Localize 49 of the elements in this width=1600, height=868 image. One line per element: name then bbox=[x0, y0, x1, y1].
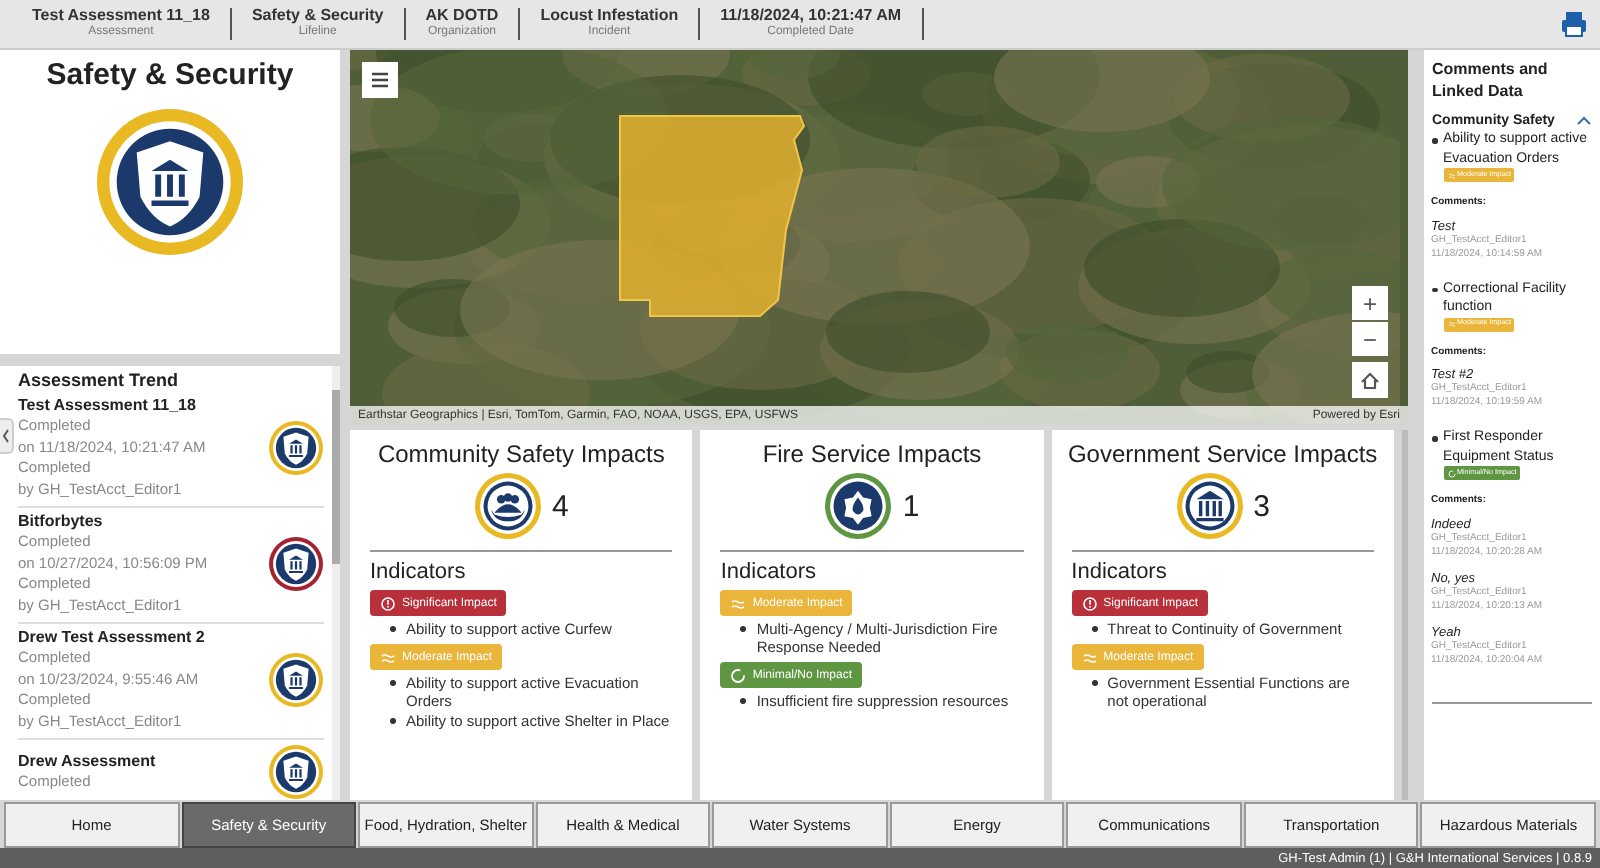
header-value: Test Assessment 11_18 bbox=[32, 8, 210, 25]
zoom-out-button[interactable]: − bbox=[1352, 322, 1388, 356]
indicators-heading: Indicators bbox=[720, 560, 819, 584]
indicators-heading: Indicators bbox=[370, 560, 468, 584]
card-title: Safety & Security bbox=[46, 58, 294, 92]
assessment-name: Drew Assessment bbox=[18, 751, 158, 773]
header-value: 11/18/2024, 10:21:47 AM bbox=[720, 8, 902, 25]
layer-list-button[interactable] bbox=[362, 62, 398, 98]
card-title: Fire Service Impacts bbox=[760, 442, 984, 466]
bullet-icon bbox=[390, 718, 396, 724]
wave-icon bbox=[380, 649, 396, 665]
chevron-up-icon bbox=[1576, 114, 1592, 128]
header-value: Locust Infestation bbox=[540, 8, 679, 25]
header-value: Safety & Security bbox=[251, 8, 384, 25]
bullet-icon bbox=[390, 680, 396, 686]
zoom-in-button[interactable]: + bbox=[1352, 286, 1388, 320]
assessment-name: Bitforbytes bbox=[18, 512, 105, 533]
alert-circle-icon bbox=[1081, 595, 1098, 611]
assessment-name: Drew Test Assessment 2 bbox=[18, 628, 207, 649]
print-icon[interactable] bbox=[1560, 10, 1588, 38]
home-button[interactable] bbox=[1352, 362, 1388, 398]
wave-icon bbox=[1081, 649, 1098, 665]
panel-title: Comments and Linked Data bbox=[1432, 58, 1550, 102]
card-title: Community Safety Impacts bbox=[375, 442, 667, 466]
circle-icon bbox=[730, 667, 747, 683]
wave-icon bbox=[1447, 320, 1455, 328]
wave-icon bbox=[730, 595, 747, 611]
section-title: Assessment Trend bbox=[18, 370, 181, 390]
bullet-icon bbox=[1091, 680, 1098, 686]
bullet-icon bbox=[740, 626, 747, 632]
bullet-icon bbox=[1432, 287, 1437, 292]
bullet-icon bbox=[1091, 626, 1098, 632]
wave-icon bbox=[1447, 171, 1455, 179]
card-title: Government Service Impacts bbox=[1065, 442, 1380, 466]
bullet-icon bbox=[1432, 436, 1437, 441]
assessment-name: Test Assessment 11_18 bbox=[18, 396, 198, 417]
circle-icon bbox=[1447, 469, 1455, 477]
impact-count: 3 bbox=[1253, 489, 1270, 523]
bullet-icon bbox=[1432, 138, 1437, 143]
bullet-icon bbox=[740, 698, 747, 704]
bullet-icon bbox=[390, 626, 396, 632]
indicators-heading: Indicators bbox=[1071, 560, 1169, 584]
collapse-handle-icon[interactable] bbox=[0, 418, 14, 454]
header-value: AK DOTD bbox=[425, 8, 499, 25]
list-icon bbox=[368, 68, 392, 92]
home-icon bbox=[1358, 368, 1382, 392]
impact-count: 1 bbox=[902, 489, 920, 523]
impact-count: 4 bbox=[551, 489, 569, 523]
alert-circle-icon bbox=[380, 595, 396, 611]
